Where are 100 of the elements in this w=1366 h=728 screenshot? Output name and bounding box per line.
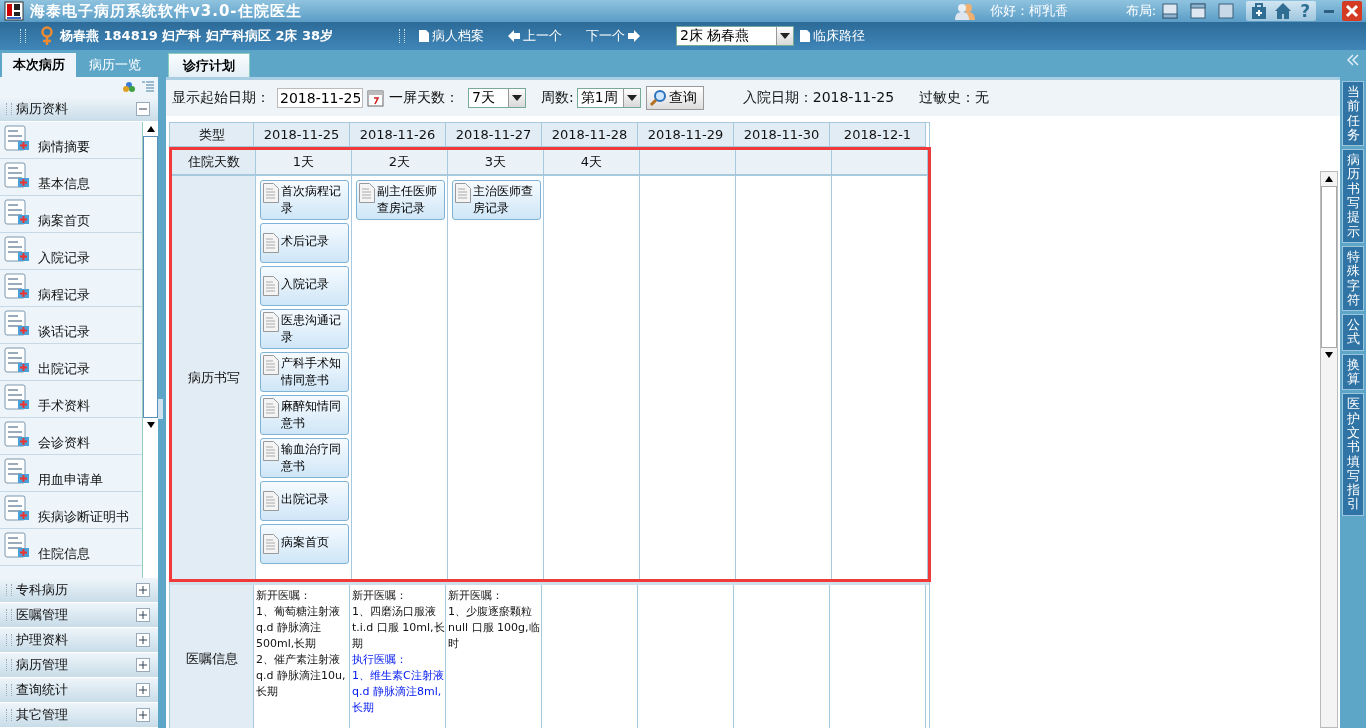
caret-icon [626, 95, 637, 101]
previous-patient-link[interactable]: 上一个 [508, 27, 563, 45]
scrollbar[interactable] [142, 122, 158, 578]
double-chevron-icon[interactable] [1347, 54, 1359, 66]
up-arrow-icon[interactable] [1325, 176, 1333, 182]
layout-bottom-icon[interactable] [1162, 3, 1179, 19]
section-header[interactable]: 护理资料 [0, 628, 158, 653]
days-select[interactable]: 7天 [468, 88, 526, 108]
record-button[interactable]: 产科手术知情同意书 [260, 352, 349, 392]
record-button[interactable]: 副主任医师查房记录 [356, 180, 445, 220]
table-cell: 3天 [448, 150, 544, 174]
search-icon [648, 89, 667, 107]
clinical-pathway-link[interactable]: 临床路径 [800, 27, 866, 45]
document-icon [263, 182, 279, 203]
week-select[interactable]: 第1周 [576, 88, 641, 108]
scrollbar[interactable] [1320, 171, 1338, 728]
order-text: 1、少腹逐瘀颗粒null 口服 100g,临时 [448, 604, 541, 652]
record-button[interactable]: 主治医师查房记录 [452, 180, 541, 220]
column-header: 2018-11-29 [638, 123, 734, 147]
record-button[interactable]: 麻醉知情同意书 [260, 395, 349, 435]
tab[interactable]: 诊疗计划 [168, 53, 250, 77]
document-icon [4, 273, 30, 299]
order-text: 新开医嘱： [352, 588, 408, 604]
document-icon [4, 236, 30, 262]
record-button[interactable]: 输血治疗同意书 [260, 438, 349, 478]
expand-icon[interactable] [136, 708, 150, 722]
patient-record-link[interactable]: 病人档案 [419, 27, 485, 45]
section-header[interactable]: 病历资料 [0, 97, 158, 122]
order-text: 1、四磨汤口服液t.i.d 口服 10ml,长期 [352, 604, 445, 652]
side-tab[interactable]: 当前任务 [1342, 81, 1364, 147]
sidebar-item[interactable]: 会诊资料 [0, 418, 142, 455]
column-header: 2018-11-25 [254, 123, 350, 147]
sidebar-item[interactable]: 病程记录 [0, 270, 142, 307]
section-header[interactable]: 其它管理 [0, 703, 158, 728]
sidebar-item[interactable]: 病情摘要 [0, 122, 142, 159]
layout-label: 布局: [1125, 2, 1157, 20]
section-header[interactable]: 医嘱管理 [0, 603, 158, 628]
section-header[interactable]: 专科病历 [0, 578, 158, 603]
document-icon [359, 182, 375, 203]
week-label: 周数: [541, 89, 574, 107]
allergy-history: 过敏史：无 [919, 89, 990, 107]
sidebar-item[interactable]: 谈话记录 [0, 307, 142, 344]
document-icon [263, 533, 279, 554]
record-button[interactable]: 病案首页 [260, 524, 349, 564]
record-button[interactable]: 入院记录 [260, 266, 349, 306]
layout-full-icon[interactable] [1218, 3, 1235, 19]
side-tab[interactable]: 医护文书填写指引 [1342, 393, 1364, 516]
order-text: 新开医嘱： [448, 588, 504, 604]
document-icon [4, 495, 30, 521]
document-icon [263, 490, 279, 511]
sidebar-item[interactable]: 出院记录 [0, 344, 142, 381]
record-button[interactable]: 术后记录 [260, 223, 349, 263]
splitter-handle[interactable] [158, 399, 163, 419]
expand-icon[interactable] [136, 658, 150, 672]
down-arrow-icon[interactable] [1325, 352, 1333, 358]
close-icon[interactable] [1342, 1, 1362, 21]
list-icon[interactable] [142, 81, 154, 93]
expand-icon[interactable] [136, 583, 150, 597]
document-icon [4, 199, 30, 225]
window-title: 海泰电子病历系统软件v3.0-住院医生 [30, 1, 302, 21]
sidebar-tab[interactable]: 本次病历 [2, 53, 76, 77]
next-patient-link[interactable]: 下一个 [586, 27, 641, 45]
down-arrow-icon[interactable] [146, 422, 155, 428]
sidebar-item[interactable]: 用血申请单 [0, 455, 142, 492]
color-balls-icon[interactable] [122, 81, 136, 93]
calendar-icon[interactable] [366, 88, 386, 108]
expand-icon[interactable] [136, 608, 150, 622]
up-arrow-icon[interactable] [146, 126, 155, 132]
document-icon [263, 311, 279, 332]
sidebar-item[interactable]: 基本信息 [0, 159, 142, 196]
record-button[interactable]: 医患沟通记录 [260, 309, 349, 349]
query-button[interactable]: 查询 [645, 86, 704, 110]
expand-icon[interactable] [136, 683, 150, 697]
help-button[interactable]: ? [1298, 2, 1312, 20]
document-icon [263, 354, 279, 375]
layout-top-icon[interactable] [1190, 3, 1207, 19]
patient-select[interactable]: 2床 杨春燕 [676, 26, 795, 46]
record-button[interactable]: 首次病程记录 [260, 180, 349, 220]
side-tab[interactable]: 换算 [1342, 353, 1364, 391]
side-tab[interactable]: 特殊字符 [1342, 245, 1364, 312]
sidebar-item[interactable]: 入院记录 [0, 233, 142, 270]
expand-icon[interactable] [136, 633, 150, 647]
document-icon [455, 182, 471, 203]
home-icon[interactable] [1274, 2, 1293, 20]
side-tab[interactable]: 公式 [1342, 314, 1364, 351]
sidebar-item[interactable]: 疾病诊断证明书 [0, 492, 142, 529]
sidebar-item[interactable]: 病案首页 [0, 196, 142, 233]
row-header: 住院天数 [172, 150, 256, 174]
side-tab[interactable]: 病历书写提示 [1342, 149, 1364, 243]
record-button[interactable]: 出院记录 [260, 481, 349, 521]
document-icon [4, 125, 30, 151]
section-header[interactable]: 病历管理 [0, 653, 158, 678]
collapse-icon[interactable] [136, 102, 150, 116]
section-header[interactable]: 查询统计 [0, 678, 158, 703]
document-icon [263, 397, 279, 418]
document-icon [263, 275, 279, 296]
medical-kit-icon[interactable] [1250, 2, 1269, 20]
sidebar-item[interactable]: 住院信息 [0, 529, 142, 566]
start-date-field[interactable]: 2018-11-25 [277, 88, 363, 108]
sidebar-item[interactable]: 手术资料 [0, 381, 142, 418]
